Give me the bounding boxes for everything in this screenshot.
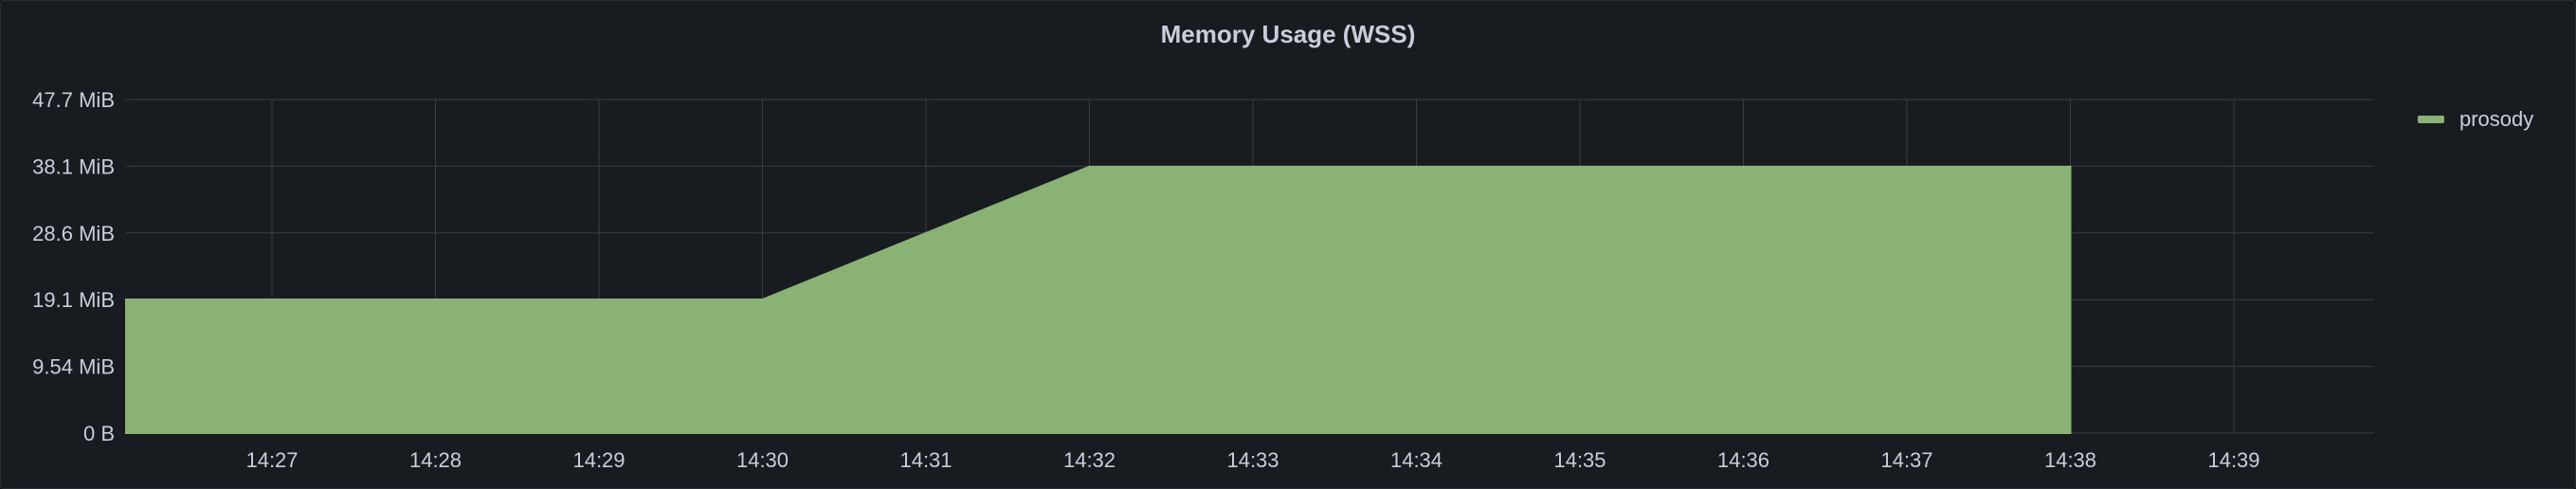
x-tick-label: 14:36 [1717,448,1769,472]
series-area-prosody [125,165,2072,434]
x-tick-label: 14:27 [245,448,298,472]
y-tick-label: 19.1 MiB [32,288,115,312]
y-tick-label: 47.7 MiB [32,88,115,112]
legend[interactable]: prosody [2418,107,2533,132]
x-tick-label: 14:30 [736,448,789,472]
x-tick-label: 14:33 [1226,448,1279,472]
x-tick-label: 14:29 [572,448,625,472]
y-tick-label: 38.1 MiB [32,154,115,178]
x-tick-label: 14:31 [899,448,952,472]
y-tick-label: 28.6 MiB [32,222,115,245]
legend-swatch-prosody [2418,116,2444,123]
x-tick-label: 14:37 [1880,448,1932,472]
x-tick-label: 14:39 [2207,448,2259,472]
x-tick-label: 14:34 [1390,448,1442,472]
chart-plot: 0 B 9.54 MiB 19.1 MiB 28.6 MiB 38.1 MiB 47.7 … [32,88,2374,472]
x-tick-label: 14:38 [2044,448,2096,472]
x-tick-label: 14:28 [409,448,462,472]
y-tick-label: 9.54 MiB [32,355,115,379]
x-tick-label: 14:32 [1063,448,1116,472]
x-tick-label: 14:35 [1553,448,1605,472]
y-tick-label: 0 B [83,422,115,445]
chart-panel: Memory Usage (WSS) 0 B 9.54 MiB 19.1 MiB 28… [0,0,2576,489]
legend-label-prosody[interactable]: prosody [2459,107,2533,132]
